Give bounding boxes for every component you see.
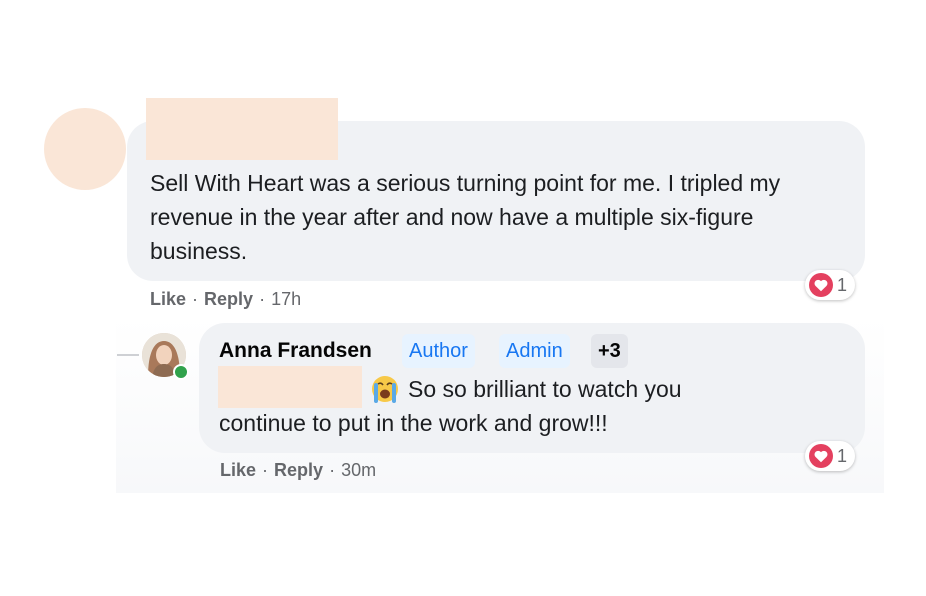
heart-icon <box>809 444 833 468</box>
separator: · <box>329 460 336 480</box>
comment-reply-link[interactable]: Reply <box>204 289 253 309</box>
separator: · <box>259 289 266 309</box>
reaction-count: 1 <box>837 274 848 295</box>
commenter-avatar-redacted[interactable] <box>44 108 126 190</box>
online-status-dot <box>173 364 189 380</box>
comment-text: Sell With Heart was a serious turning po… <box>150 170 781 264</box>
comment-actions: Like · Reply · 17h <box>150 289 301 310</box>
reply-text-line1: So so brilliant to watch you <box>370 372 682 406</box>
separator: · <box>262 460 269 480</box>
reply-text-line2: continue to put in the work and grow!!! <box>219 410 608 436</box>
admin-badge[interactable]: Admin <box>499 334 570 368</box>
reply-like-link[interactable]: Like <box>220 460 256 480</box>
crying-face-icon <box>370 374 400 404</box>
comment-timestamp[interactable]: 17h <box>271 289 301 309</box>
author-badge[interactable]: Author <box>402 334 475 368</box>
thread-connector <box>117 354 139 356</box>
reaction-count: 1 <box>837 445 848 466</box>
mention-redacted[interactable] <box>218 366 362 408</box>
reply-author-name[interactable]: Anna Frandsen <box>219 339 372 363</box>
reply-reaction-count[interactable]: 1 <box>805 441 856 471</box>
more-badges[interactable]: +3 <box>591 334 628 368</box>
reply-reply-link[interactable]: Reply <box>274 460 323 480</box>
heart-icon <box>809 273 833 297</box>
comment-reaction-count[interactable]: 1 <box>805 270 856 300</box>
separator: · <box>192 289 199 309</box>
comment-like-link[interactable]: Like <box>150 289 186 309</box>
reply-actions: Like · Reply · 30m <box>220 460 376 481</box>
commenter-name-redacted[interactable] <box>146 98 338 160</box>
reply-timestamp[interactable]: 30m <box>341 460 376 480</box>
reply-text: So so brilliant to watch you <box>408 376 682 402</box>
